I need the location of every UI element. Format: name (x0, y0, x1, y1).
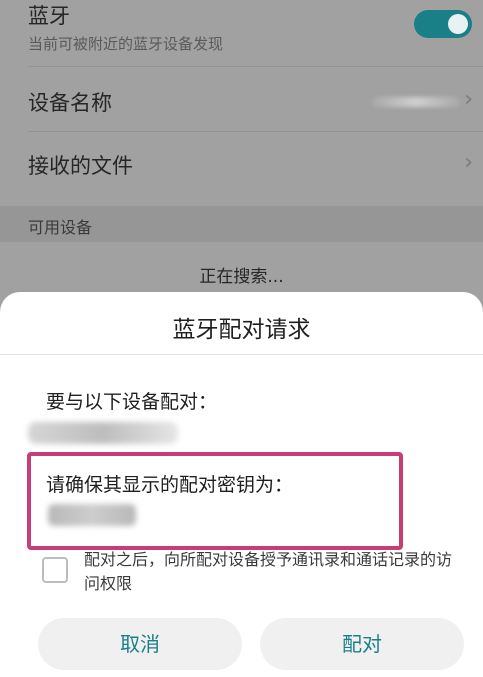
bluetooth-toggle-row[interactable]: 蓝牙 当前可被附近的蓝牙设备发现 (0, 0, 483, 66)
searching-status: 正在搜索... (199, 267, 284, 287)
received-files-label: 接收的文件 (28, 154, 133, 178)
pair-button[interactable]: 配对 (260, 618, 464, 670)
device-name-value-blurred (372, 97, 460, 107)
device-name-label: 设备名称 (28, 91, 112, 115)
pairing-dialog: 蓝牙配对请求 要与以下设备配对： 请确保其显示的配对密钥为： 配对之后，向所配对… (0, 292, 483, 677)
toggle-knob (448, 14, 468, 34)
permission-checkbox[interactable] (42, 557, 68, 583)
available-devices-header: 可用设备 (0, 206, 483, 242)
bluetooth-title: 蓝牙 (28, 4, 70, 28)
highlight-box (27, 452, 403, 550)
chevron-right-icon: › (464, 150, 473, 175)
passkey-confirm-text: 请确保其显示的配对密钥为： (46, 474, 294, 496)
dialog-title: 蓝牙配对请求 (172, 317, 311, 343)
permission-text: 配对之后，向所配对设备授予通讯录和通话记录的访问权限 (84, 550, 453, 593)
available-devices-label: 可用设备 (28, 218, 93, 237)
dialog-divider (0, 354, 483, 355)
device-name-blurred (28, 422, 178, 444)
device-name-row[interactable]: 设备名称 › (0, 67, 483, 131)
received-files-row[interactable]: 接收的文件 › (0, 132, 483, 204)
pair-prompt: 要与以下设备配对： (46, 391, 218, 413)
bluetooth-subtitle: 当前可被附近的蓝牙设备发现 (28, 35, 224, 53)
bluetooth-toggle[interactable] (414, 10, 472, 38)
cancel-button[interactable]: 取消 (38, 618, 242, 670)
passkey-blurred (48, 504, 136, 526)
chevron-right-icon: › (464, 87, 473, 112)
